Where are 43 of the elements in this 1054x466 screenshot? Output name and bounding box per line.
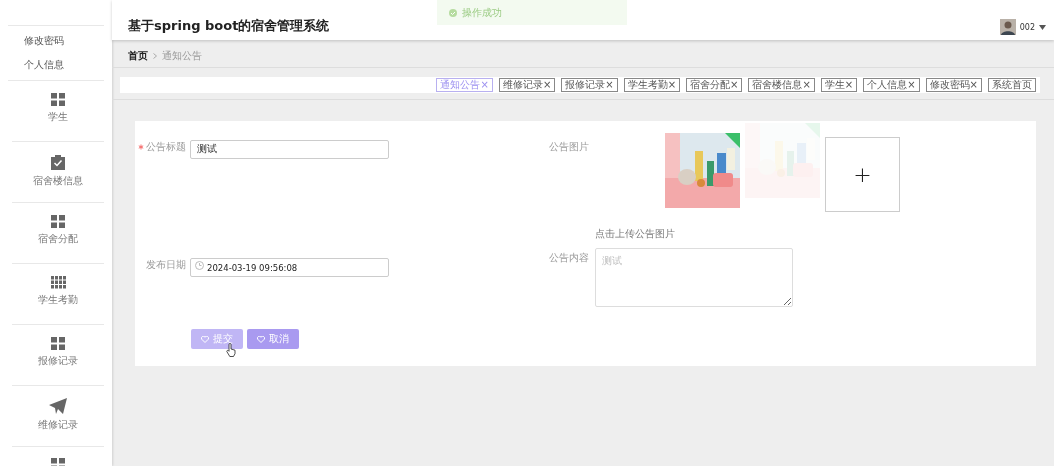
sidebar-item[interactable]: 学生 bbox=[48, 111, 68, 123]
tab[interactable]: 个人信息× bbox=[863, 78, 920, 92]
grid-icon bbox=[51, 93, 65, 106]
heart-icon bbox=[201, 335, 209, 343]
sidebar-link[interactable]: 个人信息 bbox=[8, 53, 64, 77]
tab[interactable]: 宿舍楼信息× bbox=[748, 78, 815, 92]
paper-plane-icon bbox=[49, 398, 67, 414]
user-name[interactable]: 002 bbox=[1019, 22, 1035, 32]
grid-icon bbox=[50, 276, 66, 289]
sidebar-item[interactable]: 学生考勤 bbox=[38, 294, 78, 306]
field-label: 公告图片 bbox=[549, 140, 589, 153]
input-field[interactable]: 2024-03-19 09:56:08 bbox=[190, 258, 389, 277]
field-label: 公告标题 bbox=[146, 140, 186, 153]
tab[interactable]: 报修记录× bbox=[561, 78, 618, 92]
heart-icon bbox=[257, 335, 265, 343]
grid-icon bbox=[51, 215, 65, 228]
tab[interactable]: 修改密码× bbox=[925, 78, 982, 92]
clock-icon bbox=[195, 260, 204, 270]
sidebar-item[interactable]: 宿舍分配 bbox=[38, 233, 78, 245]
field-label: 发布日期 bbox=[146, 259, 186, 271]
tab[interactable]: 学生× bbox=[820, 78, 858, 92]
chevron-right-icon bbox=[153, 53, 157, 59]
tab[interactable]: 宿舍分配× bbox=[686, 78, 743, 92]
tab[interactable]: 学生考勤× bbox=[623, 78, 681, 92]
sidebar-item[interactable]: 维修记录 bbox=[38, 419, 78, 431]
upload-button[interactable]: + bbox=[825, 137, 900, 212]
sidebar-item[interactable]: 报修记录 bbox=[38, 355, 78, 367]
input-field[interactable]: 测试 bbox=[190, 139, 389, 159]
avatar-icon bbox=[999, 19, 1016, 35]
check-circle-icon bbox=[449, 8, 457, 17]
field-label: 公告内容 bbox=[549, 251, 589, 264]
tab[interactable]: 维修记录× bbox=[498, 78, 556, 92]
clipboard-check-icon bbox=[51, 154, 65, 170]
grid-icon bbox=[51, 337, 65, 350]
caret-down-icon bbox=[1039, 24, 1046, 30]
upload-hint: 点击上传公告图片 bbox=[595, 228, 675, 240]
tab[interactable]: 系统首页 bbox=[988, 78, 1036, 92]
sidebar-item[interactable]: 宿舍楼信息 bbox=[33, 175, 83, 187]
sidebar-link[interactable]: 修改密码 bbox=[8, 29, 64, 53]
toast-message: 操作成功 bbox=[462, 6, 502, 19]
breadcrumb-link[interactable]: 首页 bbox=[128, 50, 148, 62]
app-title: 基于spring boot的宿舍管理系统 bbox=[128, 17, 330, 35]
hand-cursor-icon bbox=[226, 343, 237, 357]
